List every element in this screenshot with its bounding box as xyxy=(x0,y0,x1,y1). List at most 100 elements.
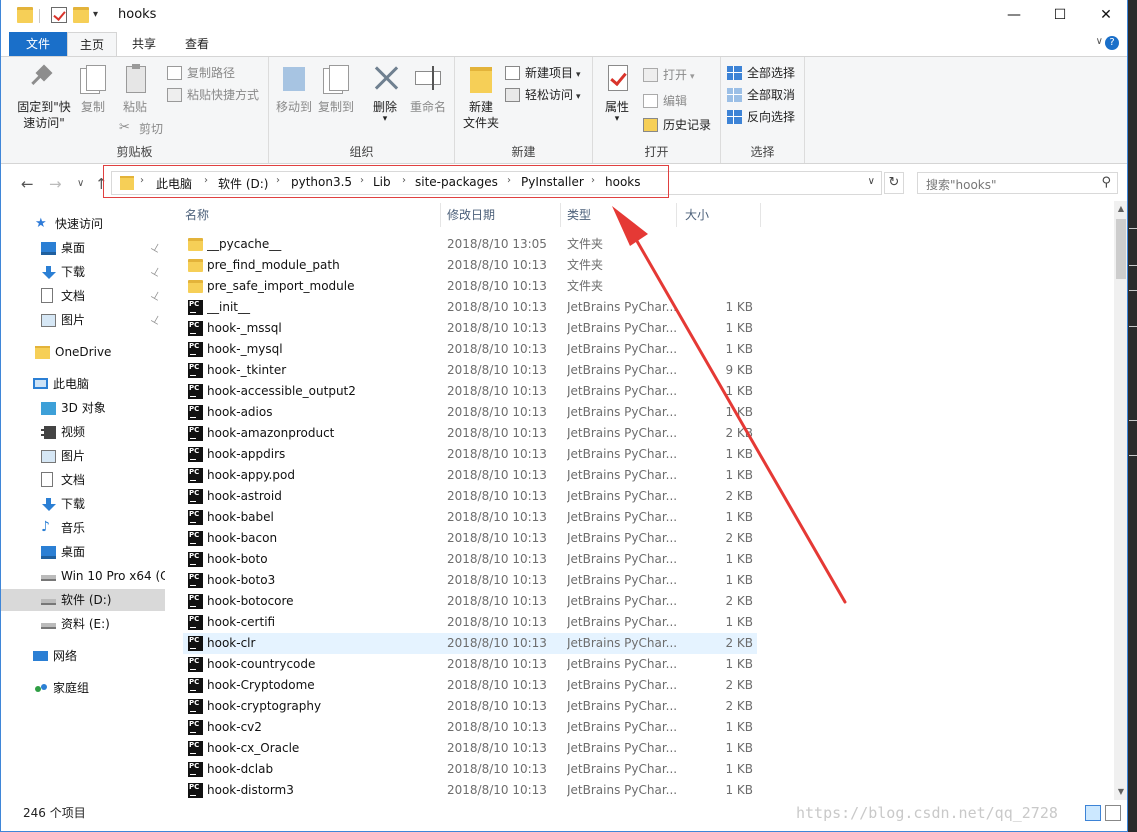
tab-view[interactable]: 查看 xyxy=(171,32,223,56)
table-row[interactable]: pre_safe_import_module 2018/8/10 10:13 文件夹 xyxy=(183,276,757,297)
table-row[interactable]: PC hook-botocore 2018/8/10 10:13 JetBrains … xyxy=(183,591,757,612)
sidebar-item-14[interactable]: Win 10 Pro x64 (C xyxy=(1,565,165,587)
table-row[interactable]: PC hook-boto3 2018/8/10 10:13 JetBrains PyC… xyxy=(183,570,757,591)
forward-button[interactable]: → xyxy=(49,175,62,193)
sidebar-item-4[interactable]: 图片 ⊥ xyxy=(1,309,165,331)
delete-button[interactable]: 删除 ▾ xyxy=(367,63,403,124)
move-to-button[interactable]: 移动到 xyxy=(275,63,313,115)
table-row[interactable]: PC hook-distorm3 2018/8/10 10:13 JetBrains … xyxy=(183,780,757,800)
column-divider[interactable] xyxy=(440,203,441,227)
sidebar-item-11[interactable]: 下载 xyxy=(1,493,165,515)
minimize-button[interactable]: — xyxy=(991,0,1037,30)
paste-shortcut-button[interactable]: 粘贴快捷方式 xyxy=(167,85,259,105)
properties-quick-icon[interactable] xyxy=(51,7,67,23)
scroll-up-icon[interactable]: ▲ xyxy=(1114,201,1127,217)
recent-locations-button[interactable]: ∨ xyxy=(77,178,84,189)
sidebar-item-0[interactable]: ★ 快速访问 xyxy=(1,213,165,235)
table-row[interactable]: PC hook-babel 2018/8/10 10:13 JetBrains PyC… xyxy=(183,507,757,528)
back-button[interactable]: ← xyxy=(21,175,34,193)
sidebar-item-6[interactable]: 此电脑 xyxy=(1,373,165,395)
sidebar-item-15[interactable]: 软件 (D:) xyxy=(1,589,165,611)
copy-path-button[interactable]: 复制路径 xyxy=(167,63,235,83)
table-row[interactable]: PC hook-appdirs 2018/8/10 10:13 JetBrains P… xyxy=(183,444,757,465)
table-row[interactable]: PC hook-clr 2018/8/10 10:13 JetBrains PyCha… xyxy=(183,633,757,654)
properties-dropdown-icon[interactable]: ▾ xyxy=(599,115,635,124)
sidebar-item-18[interactable]: 家庭组 xyxy=(1,677,165,699)
table-row[interactable]: PC hook-amazonproduct 2018/8/10 10:13 JetBr… xyxy=(183,423,757,444)
table-row[interactable]: PC __init__ 2018/8/10 10:13 JetBrains PyCha… xyxy=(183,297,757,318)
sidebar-item-9[interactable]: 图片 xyxy=(1,445,165,467)
table-row[interactable]: PC hook-_mysql 2018/8/10 10:13 JetBrains Py… xyxy=(183,339,757,360)
sidebar-item-3[interactable]: 文档 ⊥ xyxy=(1,285,165,307)
history-button[interactable]: 历史记录 xyxy=(643,115,711,135)
table-row[interactable]: PC hook-cx_Oracle 2018/8/10 10:13 JetBrains… xyxy=(183,738,757,759)
sidebar-item-13[interactable]: 桌面 xyxy=(1,541,165,563)
table-row[interactable]: PC hook-certifi 2018/8/10 10:13 JetBrains P… xyxy=(183,612,757,633)
tab-home[interactable]: 主页 xyxy=(67,32,117,57)
column-divider[interactable] xyxy=(760,203,761,227)
sidebar-item-16[interactable]: 资料 (E:) xyxy=(1,613,165,635)
column-divider[interactable] xyxy=(676,203,677,227)
sidebar-item-2[interactable]: 下载 ⊥ xyxy=(1,261,165,283)
vertical-scrollbar[interactable]: ▲ ▼ xyxy=(1114,201,1127,800)
edit-button[interactable]: 编辑 xyxy=(643,91,687,111)
new-folder-button[interactable]: 新建 文件夹 xyxy=(461,63,501,131)
column-header-size[interactable]: 大小 xyxy=(685,205,709,227)
table-row[interactable]: PC hook-adios 2018/8/10 10:13 JetBrains PyC… xyxy=(183,402,757,423)
select-all-button[interactable]: 全部选择 xyxy=(727,63,795,83)
quick-access-toolbar-dropdown[interactable]: ▾ xyxy=(93,9,98,20)
scrollbar-thumb[interactable] xyxy=(1116,219,1126,279)
sidebar-item-12[interactable]: ♪ 音乐 xyxy=(1,517,165,539)
help-icon[interactable]: ? xyxy=(1105,36,1119,50)
table-row[interactable]: PC hook-dclab 2018/8/10 10:13 JetBrains PyC… xyxy=(183,759,757,780)
select-none-button[interactable]: 全部取消 xyxy=(727,85,795,105)
table-row[interactable]: PC hook-_mssql 2018/8/10 10:13 JetBrains Py… xyxy=(183,318,757,339)
search-icon[interactable]: ⚲ xyxy=(1101,175,1111,190)
table-row[interactable]: PC hook-boto 2018/8/10 10:13 JetBrains PyCh… xyxy=(183,549,757,570)
search-input[interactable]: 搜索"hooks" xyxy=(926,176,997,193)
pin-icon[interactable]: ⊥ xyxy=(146,285,165,307)
scroll-down-icon[interactable]: ▼ xyxy=(1114,784,1127,800)
sidebar-item-7[interactable]: 3D 对象 xyxy=(1,397,165,419)
large-icons-view-icon[interactable] xyxy=(1105,805,1121,821)
collapse-ribbon-icon[interactable]: ∨ xyxy=(1096,36,1103,47)
cut-button[interactable]: ✂ 剪切 xyxy=(119,119,163,139)
sidebar-item-17[interactable]: 网络 xyxy=(1,645,165,667)
pin-icon[interactable]: ⊥ xyxy=(146,261,165,283)
tab-file[interactable]: 文件 xyxy=(9,32,67,56)
sidebar-item-10[interactable]: 文档 xyxy=(1,469,165,491)
tab-share[interactable]: 共享 xyxy=(119,32,169,56)
close-button[interactable]: ✕ xyxy=(1083,0,1127,30)
details-view-icon[interactable] xyxy=(1085,805,1101,821)
copy-to-button[interactable]: 复制到 xyxy=(317,63,355,115)
easy-access-button[interactable]: 轻松访问 ▾ xyxy=(505,85,581,105)
paste-button[interactable]: 粘贴 xyxy=(115,63,155,115)
table-row[interactable]: PC hook-bacon 2018/8/10 10:13 JetBrains PyC… xyxy=(183,528,757,549)
table-row[interactable]: PC hook-cv2 2018/8/10 10:13 JetBrains PyCha… xyxy=(183,717,757,738)
open-button[interactable]: 打开 ▾ xyxy=(643,65,695,85)
column-header-name[interactable]: 名称 xyxy=(185,205,209,227)
delete-dropdown-icon[interactable]: ▾ xyxy=(367,115,403,124)
table-row[interactable]: PC hook-accessible_output2 2018/8/10 10:13… xyxy=(183,381,757,402)
pin-icon[interactable]: ⊥ xyxy=(146,309,165,331)
table-row[interactable]: pre_find_module_path 2018/8/10 10:13 文件夹 xyxy=(183,255,757,276)
pin-icon[interactable]: ⊥ xyxy=(146,237,165,259)
copy-button[interactable]: 复制 xyxy=(75,63,111,115)
sidebar-item-1[interactable]: 桌面 ⊥ xyxy=(1,237,165,259)
sidebar-item-8[interactable]: 视频 xyxy=(1,421,165,443)
table-row[interactable]: PC hook-countrycode 2018/8/10 10:13 JetBrai… xyxy=(183,654,757,675)
column-header-date[interactable]: 修改日期 xyxy=(447,205,495,227)
table-row[interactable]: __pycache__ 2018/8/10 13:05 文件夹 xyxy=(183,234,757,255)
table-row[interactable]: PC hook-appy.pod 2018/8/10 10:13 JetBrains … xyxy=(183,465,757,486)
column-header-type[interactable]: 类型 xyxy=(567,205,591,227)
invert-selection-button[interactable]: 反向选择 xyxy=(727,107,795,127)
rename-button[interactable]: 重命名 xyxy=(407,63,449,115)
maximize-button[interactable]: ☐ xyxy=(1037,0,1083,30)
table-row[interactable]: PC hook-_tkinter 2018/8/10 10:13 JetBrains … xyxy=(183,360,757,381)
address-dropdown-icon[interactable]: ∨ xyxy=(868,176,875,187)
new-folder-quick-icon[interactable] xyxy=(73,7,89,23)
properties-button[interactable]: 属性 ▾ xyxy=(599,63,635,124)
column-divider[interactable] xyxy=(560,203,561,227)
table-row[interactable]: PC hook-cryptography 2018/8/10 10:13 JetBra… xyxy=(183,696,757,717)
pin-to-quick-access-button[interactable]: 固定到"快 速访问" xyxy=(13,63,75,131)
